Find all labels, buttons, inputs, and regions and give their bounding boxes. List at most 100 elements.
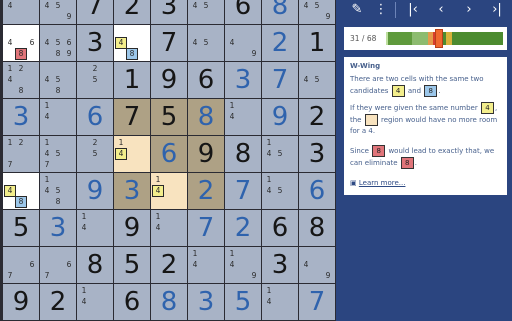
sudoku-cell[interactable]: 8 [262,0,298,24]
sudoku-cell[interactable]: 9 [114,210,150,246]
sudoku-cell[interactable]: 5 [3,210,39,246]
sudoku-cell[interactable]: 3 [77,25,113,61]
sudoku-cell[interactable]: 3 [151,0,187,24]
sudoku-cell[interactable]: 2 [188,173,224,209]
sudoku-cell[interactable]: 3 [225,62,261,98]
sudoku-cell[interactable]: 7 [299,284,335,320]
sudoku-cell[interactable]: 8 [299,210,335,246]
cell-digit: 3 [86,28,104,58]
sudoku-cell[interactable]: 6 [151,136,187,172]
sudoku-cell[interactable]: 1458 [40,173,76,209]
sudoku-cell[interactable]: 7 [262,62,298,98]
sudoku-cell[interactable]: 459 [40,0,76,24]
sudoku-cell[interactable]: 2 [151,247,187,283]
previous-step-icon[interactable]: ‹ [428,0,454,20]
sudoku-cell[interactable]: 45689 [40,25,76,61]
sudoku-cell[interactable]: 6 [299,173,335,209]
pencil-icon[interactable]: ✎ [348,0,366,20]
next-step-icon[interactable]: › [456,0,482,20]
sudoku-cell[interactable]: 3 [188,284,224,320]
sudoku-cell[interactable]: 14 [114,136,150,172]
sudoku-cell[interactable]: 5 [225,284,261,320]
sudoku-cell[interactable]: 8 [188,99,224,135]
first-step-icon[interactable]: |‹ [400,0,426,20]
sudoku-cell[interactable]: 9 [3,284,39,320]
candidate-mark: 5 [92,75,98,84]
sudoku-cell[interactable]: 14 [40,99,76,135]
sudoku-cell[interactable]: 14 [151,210,187,246]
candidate-mark: 8 [55,197,61,206]
sudoku-cell[interactable]: 2 [114,0,150,24]
sudoku-cell[interactable]: 3 [3,99,39,135]
more-options-icon[interactable]: ⋮ [372,0,390,20]
sudoku-cell[interactable]: 145 [262,173,298,209]
sudoku-cell[interactable]: 2 [40,284,76,320]
sudoku-cell[interactable]: 14 [151,173,187,209]
sudoku-cell[interactable]: 14 [225,99,261,135]
sudoku-cell[interactable]: 2 [262,25,298,61]
sudoku-cell[interactable]: 49 [225,25,261,61]
sudoku-cell[interactable]: 25 [77,136,113,172]
sudoku-cell[interactable]: 48 [114,25,150,61]
learn-more-link[interactable]: ▣ Learn more... [350,178,405,189]
sudoku-cell[interactable]: 5 [114,247,150,283]
sudoku-cell[interactable]: 459 [299,0,335,24]
sudoku-cell[interactable]: 9 [188,136,224,172]
candidate-mark: 4 [229,38,235,47]
candidate-mark: 8 [18,86,24,95]
sudoku-cell[interactable]: 1 [299,25,335,61]
sudoku-cell[interactable]: 67 [40,247,76,283]
sudoku-cell[interactable]: 1 [114,62,150,98]
sudoku-cell[interactable]: 468 [3,25,39,61]
sudoku-cell[interactable]: 7 [114,99,150,135]
sudoku-cell[interactable]: 458 [40,62,76,98]
sudoku-cell[interactable]: 6 [262,210,298,246]
candidate-mark: 6 [29,38,35,47]
sudoku-cell[interactable]: 49 [299,247,335,283]
sudoku-cell[interactable]: 1457 [40,136,76,172]
sudoku-cell[interactable]: 4 [3,0,39,24]
cell-digit: 8 [197,102,215,132]
sudoku-cell[interactable]: 48 [3,173,39,209]
sudoku-cell[interactable]: 9 [262,99,298,135]
progress-marker[interactable] [435,29,444,48]
sudoku-cell[interactable]: 45 [188,25,224,61]
sudoku-cell[interactable]: 3 [114,173,150,209]
sudoku-cell[interactable]: 25 [77,62,113,98]
sudoku-cell[interactable]: 9 [77,173,113,209]
sudoku-cell[interactable]: 2 [299,99,335,135]
sudoku-cell[interactable]: 149 [225,247,261,283]
sudoku-cell[interactable]: 45 [188,0,224,24]
sudoku-cell[interactable]: 7 [77,0,113,24]
progress-track[interactable] [386,29,503,48]
sudoku-cell[interactable]: 3 [40,210,76,246]
sudoku-cell[interactable]: 6 [225,0,261,24]
sudoku-cell[interactable]: 145 [262,136,298,172]
sudoku-cell[interactable]: 14 [188,247,224,283]
sudoku-cell[interactable]: 45 [299,62,335,98]
sudoku-cell[interactable]: 6 [188,62,224,98]
sudoku-cell[interactable]: 7 [225,173,261,209]
sudoku-cell[interactable]: 3 [299,136,335,172]
candidate-mark: 6 [29,260,35,269]
sudoku-cell[interactable]: 7 [188,210,224,246]
sudoku-cell[interactable]: 9 [151,62,187,98]
candidate-mark: 9 [251,271,257,280]
sudoku-cell[interactable]: 14 [77,284,113,320]
sudoku-cell[interactable]: 6 [114,284,150,320]
sudoku-cell[interactable]: 67 [3,247,39,283]
sudoku-cell[interactable]: 6 [77,99,113,135]
cell-digit: 8 [234,139,252,169]
sudoku-cell[interactable]: 7 [151,25,187,61]
sudoku-cell[interactable]: 14 [77,210,113,246]
sudoku-cell[interactable]: 3 [262,247,298,283]
sudoku-cell[interactable]: 8 [151,284,187,320]
sudoku-cell[interactable]: 8 [77,247,113,283]
last-step-icon[interactable]: ›| [484,0,510,20]
sudoku-cell[interactable]: 127 [3,136,39,172]
sudoku-cell[interactable]: 14 [262,284,298,320]
sudoku-cell[interactable]: 2 [225,210,261,246]
sudoku-cell[interactable]: 5 [151,99,187,135]
sudoku-cell[interactable]: 8 [225,136,261,172]
sudoku-cell[interactable]: 1248 [3,62,39,98]
